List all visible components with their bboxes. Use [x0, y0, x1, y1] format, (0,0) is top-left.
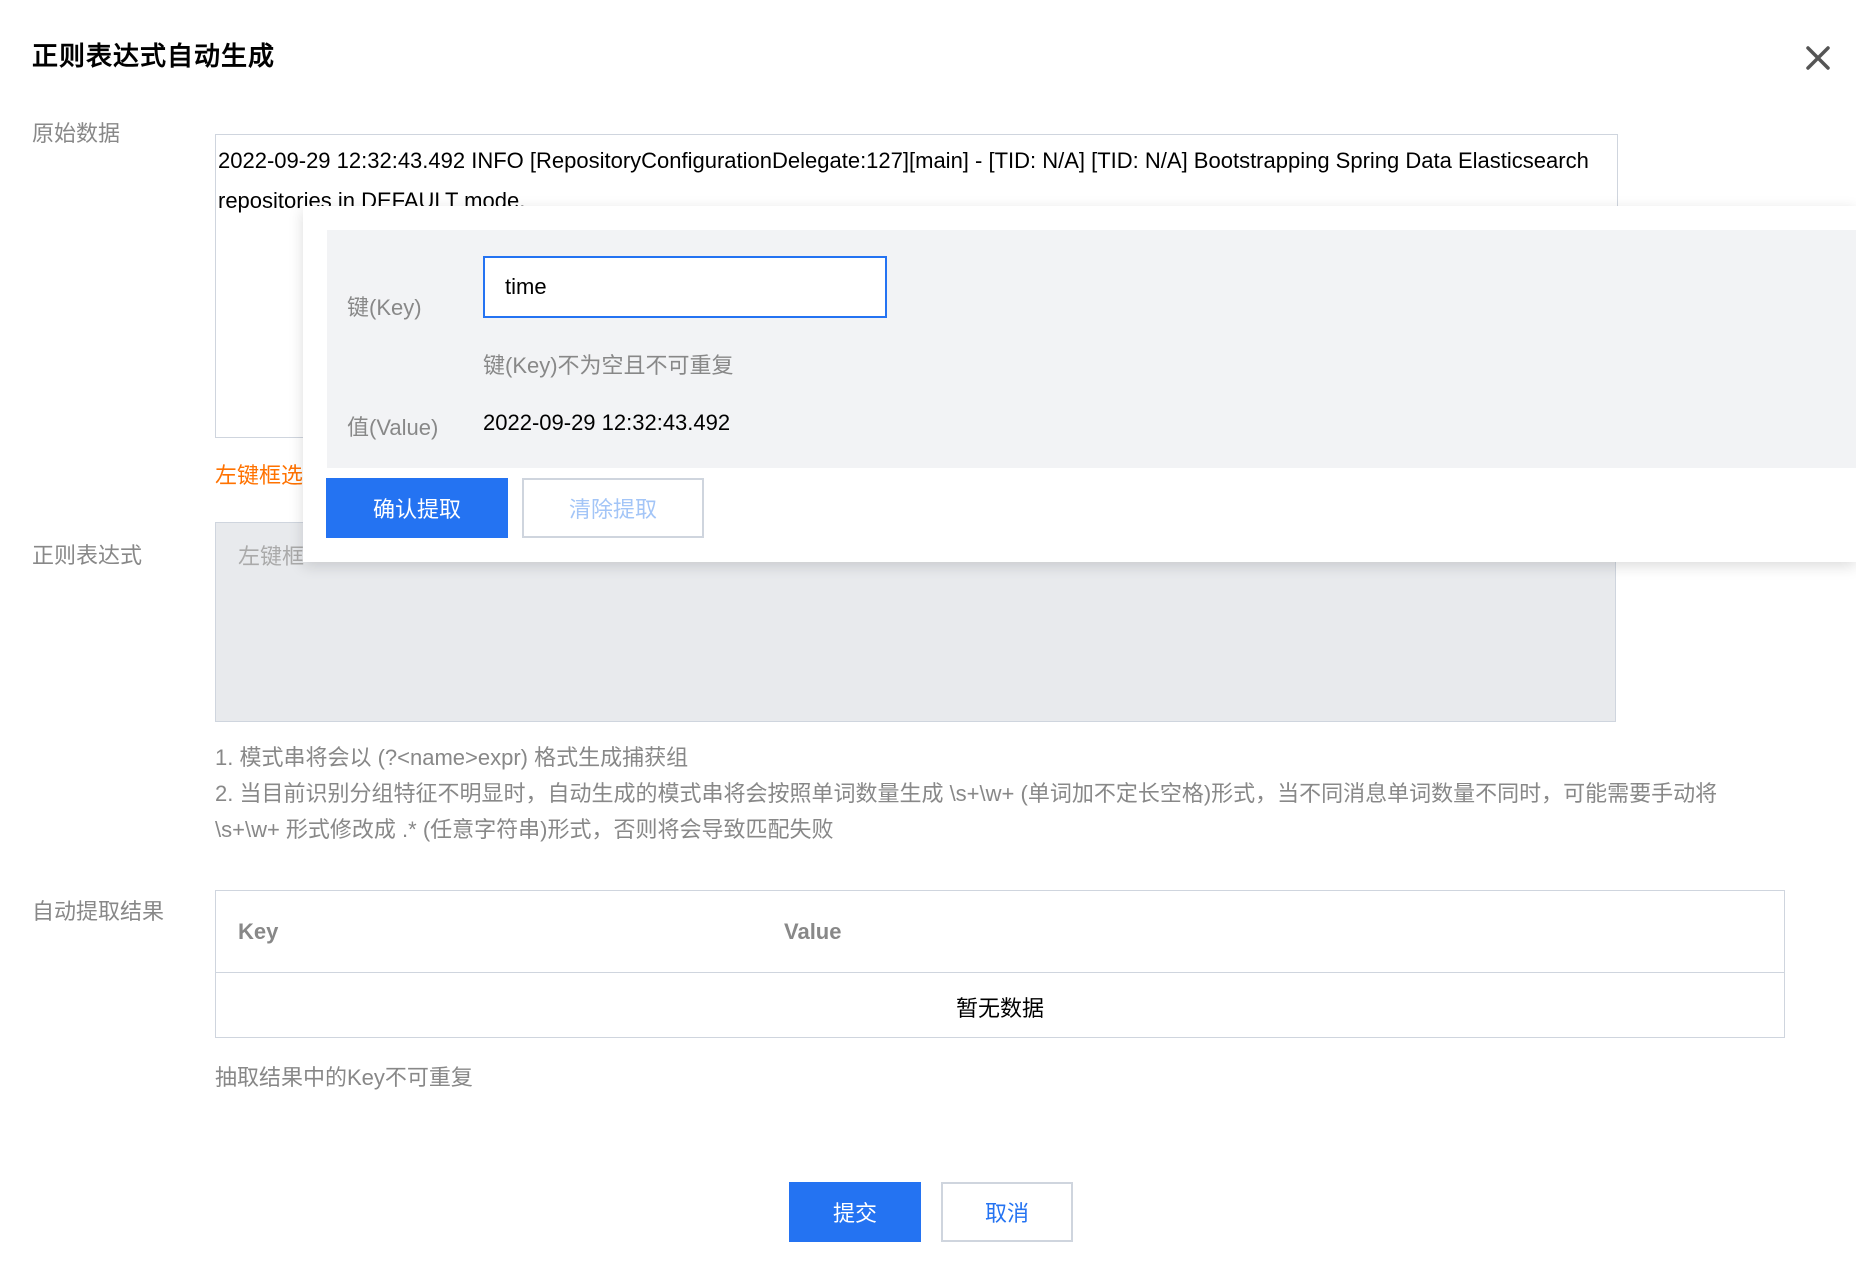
submit-button[interactable]: 提交: [789, 1182, 921, 1242]
extract-popover: 键(Key) time 键(Key)不为空且不可重复 值(Value) 2022…: [303, 206, 1856, 562]
clear-extract-button[interactable]: 清除提取: [522, 478, 704, 538]
cancel-button[interactable]: 取消: [941, 1182, 1073, 1242]
regex-label: 正则表达式: [32, 543, 143, 568]
key-label: 键(Key): [347, 295, 422, 320]
note-1: 1. 模式串将会以 (?<name>expr) 格式生成捕获组: [215, 745, 689, 770]
value-text: 2022-09-29 12:32:43.492: [483, 410, 731, 435]
key-input[interactable]: time: [483, 256, 887, 318]
regex-notes: 1. 模式串将会以 (?<name>expr) 格式生成捕获组 2. 当目前识别…: [215, 740, 1785, 848]
result-table: Key Value 暂无数据: [215, 890, 1785, 1038]
extract-panel: 键(Key) time 键(Key)不为空且不可重复 值(Value) 2022…: [327, 230, 1856, 468]
value-label: 值(Value): [347, 415, 439, 440]
select-hint: 左键框选: [215, 463, 304, 488]
table-header: Key Value: [216, 891, 1784, 973]
close-icon[interactable]: [1800, 40, 1836, 76]
column-header-value: Value: [784, 919, 842, 944]
result-label: 自动提取结果: [32, 899, 165, 924]
regex-dialog: 正则表达式自动生成 原始数据 2022-09-29 12:32:43.492 I…: [0, 0, 1856, 1266]
key-hint: 键(Key)不为空且不可重复: [483, 353, 734, 378]
note-2: 2. 当目前识别分组特征不明显时，自动生成的模式串将会按照单词数量生成 \s+\…: [215, 781, 1718, 842]
result-hint: 抽取结果中的Key不可重复: [215, 1065, 473, 1090]
empty-state: 暂无数据: [955, 996, 1044, 1021]
dialog-title: 正则表达式自动生成: [32, 41, 276, 71]
raw-data-label: 原始数据: [32, 121, 121, 146]
confirm-extract-button[interactable]: 确认提取: [326, 478, 508, 538]
regex-placeholder: 左键框: [238, 544, 305, 569]
column-header-key: Key: [238, 919, 279, 944]
